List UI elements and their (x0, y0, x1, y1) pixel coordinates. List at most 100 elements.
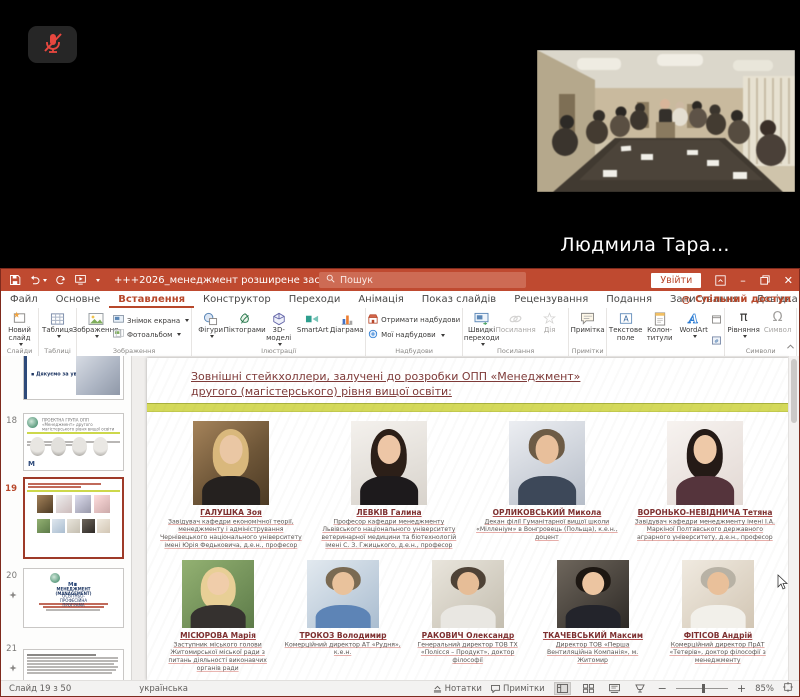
equation-button[interactable]: π Рівняння (727, 309, 760, 346)
slide-counter[interactable]: Слайд 19 з 50 (9, 684, 71, 694)
person-card[interactable]: ТРОКОЗ Володимир Комерційний директор АТ… (284, 560, 403, 677)
person-photo[interactable] (682, 560, 754, 628)
close-button[interactable]: ✕ (784, 275, 793, 286)
slide-sorter-view-button[interactable] (580, 682, 597, 695)
redo-icon[interactable] (54, 274, 67, 286)
header-footer-icon (654, 310, 666, 327)
zoom-out-button[interactable]: − (658, 682, 667, 695)
start-slideshow-icon[interactable] (74, 274, 87, 286)
slideshow-view-button[interactable] (632, 682, 649, 695)
reading-view-button[interactable] (606, 682, 623, 695)
link-button: Посилання (499, 309, 532, 346)
normal-view-button[interactable] (554, 682, 571, 695)
tab-file[interactable]: Файл (1, 291, 47, 308)
thumbnail-slide-19-selected[interactable] (23, 477, 124, 559)
search-input[interactable]: Пошук (319, 272, 526, 288)
person-card[interactable]: ФІТІСОВ Андрій Комерційний директор ПрАТ… (659, 560, 778, 677)
notes-toggle[interactable]: Нотатки (433, 684, 482, 694)
person-card[interactable]: РАКОВИЧ Олександр Генеральний директор Т… (409, 560, 528, 677)
text-box-button[interactable]: A Текстове поле (609, 309, 642, 357)
slide-number-icon[interactable]: # (712, 330, 721, 349)
table-button[interactable]: Таблиця (41, 309, 74, 346)
share-button[interactable]: Спільний доступ (681, 291, 791, 308)
stakeholders-row-2: МІСЮРОВА Марія Заступник міського голови… (147, 560, 789, 677)
undo-icon[interactable] (28, 274, 47, 286)
person-photo[interactable] (182, 560, 254, 628)
smartart-button[interactable]: SmartArt (296, 309, 329, 346)
person-card[interactable]: МІСЮРОВА Марія Заступник міського голови… (159, 560, 278, 677)
thumbnail-slide-21[interactable] (23, 649, 124, 681)
ribbon-display-options-icon[interactable] (715, 275, 726, 286)
restore-button[interactable] (760, 275, 770, 285)
person-card[interactable]: ГАЛУШКА Зоя Завідувач кафедри економічно… (157, 421, 305, 554)
zoom-in-button[interactable]: + (737, 682, 746, 695)
images-button[interactable]: Зображення (79, 309, 112, 346)
comment-button[interactable]: Примітка (571, 309, 604, 346)
icons-button[interactable]: Піктограми (228, 309, 261, 346)
sign-in-button[interactable]: Увійти (651, 273, 701, 288)
person-card[interactable]: ОРЛИКОВСЬКИЙ Микола Декан філії Гуманіта… (473, 421, 621, 554)
customize-qat-icon[interactable] (94, 279, 100, 282)
zoom-slider[interactable] (676, 688, 728, 689)
slide-title-textbox[interactable]: Зовнішні стейкхоллери, залучені до розро… (191, 370, 753, 400)
muted-mic-button[interactable] (28, 26, 77, 63)
equation-icon: π (740, 310, 748, 327)
vertical-scrollbar[interactable] (788, 356, 799, 681)
date-time-icon[interactable] (712, 309, 721, 328)
person-photo[interactable] (193, 421, 269, 505)
slide-canvas: Зовнішні стейкхоллери, залучені до розро… (132, 356, 799, 681)
new-slide-button[interactable]: Новий слайд (3, 309, 36, 346)
person-photo[interactable] (432, 560, 504, 628)
thumbnail-number-19: 19 (3, 484, 17, 494)
person-photo[interactable] (667, 421, 743, 505)
table-icon (50, 310, 65, 327)
zoom-slider-thumb[interactable] (702, 684, 705, 693)
get-addins-button[interactable]: Отримати надбудови (368, 314, 460, 326)
meeting-video-thumbnail[interactable] (537, 50, 795, 192)
person-card[interactable]: ЛЕВКІВ Галина Професор кафедри менеджмен… (315, 421, 463, 554)
tab-home[interactable]: Основне (47, 291, 110, 308)
accent-bar[interactable] (147, 403, 789, 412)
person-photo[interactable] (509, 421, 585, 505)
my-addins-button[interactable]: Мої надбудови (368, 329, 460, 341)
language-indicator[interactable]: українська (139, 684, 188, 694)
person-card[interactable]: ТКАЧЕВСЬКИЙ Максим Директор ТОВ «Перша В… (534, 560, 653, 677)
3d-models-icon (272, 310, 286, 327)
tab-design[interactable]: Конструктор (194, 291, 280, 308)
fit-to-window-icon[interactable] (783, 682, 793, 695)
tab-view[interactable]: Подання (597, 291, 661, 308)
ribbon: Новий слайд Слайди Таблиця Таблиці (1, 308, 799, 357)
header-footer-button[interactable]: Колон-титули (643, 309, 676, 357)
svg-text:A: A (623, 315, 629, 324)
3d-models-button[interactable]: 3D-моделі (262, 309, 295, 346)
person-photo[interactable] (351, 421, 427, 505)
comments-toggle[interactable]: Примітки (491, 684, 545, 694)
thumbnail-slide-18[interactable]: ПРОЕКТНА ГРУПА ОПП «Менеджмент» другого … (23, 413, 124, 471)
photo-album-button[interactable]: Фотоальбом (113, 329, 189, 340)
tab-transitions[interactable]: Переходи (280, 291, 350, 308)
thumbnail-slide-17[interactable]: ▪ Дякуємо за увагу! (23, 356, 124, 400)
quick-access-toolbar (9, 274, 100, 286)
zoom-level[interactable]: 85% (755, 684, 774, 694)
tab-insert[interactable]: Вставлення (109, 291, 194, 308)
wordart-button[interactable]: A WordArt (677, 309, 710, 357)
thumbnail-slide-20[interactable]: M∎ МЕНЕДЖМЕНТ (MANAGEMENT) ОСВІТНЬО-ПРОФ… (23, 568, 124, 628)
tab-animations[interactable]: Анімація (349, 291, 412, 308)
shapes-icon (203, 310, 218, 327)
status-bar: Слайд 19 з 50 українська Нотатки Примітк… (1, 680, 799, 696)
screenshot-button[interactable]: Знімок екрана (113, 315, 189, 326)
shapes-button[interactable]: Фігури (194, 309, 227, 346)
person-photo[interactable] (307, 560, 379, 628)
collapse-ribbon-icon[interactable] (786, 335, 795, 354)
chart-button[interactable]: Діаграма (330, 309, 363, 346)
tab-review[interactable]: Рецензування (505, 291, 597, 308)
svg-text:A: A (688, 312, 698, 326)
minimize-button[interactable]: – (740, 275, 746, 286)
animation-star-icon (9, 584, 17, 603)
person-photo[interactable] (557, 560, 629, 628)
person-card[interactable]: ВОРОНЬКО-НЕВІДНИЧА Тетяна Завідувач кафе… (631, 421, 779, 554)
tab-slideshow[interactable]: Показ слайдів (413, 291, 505, 308)
save-icon[interactable] (9, 274, 21, 286)
share-icon (681, 295, 691, 305)
zoom-jumps-button[interactable]: Швидкі переходи (465, 309, 498, 346)
